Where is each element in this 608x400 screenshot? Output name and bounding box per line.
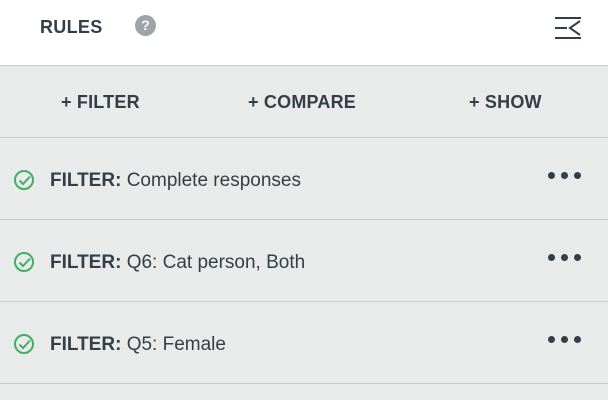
check-circle-icon — [14, 252, 34, 272]
collapse-panel-icon[interactable] — [554, 15, 582, 41]
rule-kind: FILTER: — [50, 334, 122, 355]
rule-description: Q5: Female — [126, 334, 226, 355]
rule-label: FILTER: Q6: Cat person, Both — [50, 252, 305, 274]
more-options-icon[interactable] — [548, 254, 582, 266]
add-filter-button[interactable]: + FILTER — [61, 92, 140, 113]
rule-row[interactable]: FILTER: Q5: Female — [0, 302, 608, 384]
rule-row[interactable]: FILTER: Q6: Cat person, Both — [0, 220, 608, 302]
rule-label: FILTER: Complete responses — [50, 170, 301, 192]
rules-panel: RULES ? + FILTER + COMPARE + SHOW FILTER… — [0, 0, 608, 400]
rules-header: RULES ? — [0, 0, 608, 66]
rule-description: Q6: Cat person, Both — [126, 252, 306, 273]
add-show-button[interactable]: + SHOW — [469, 92, 542, 113]
rule-row[interactable]: FILTER: Complete responses — [0, 138, 608, 220]
more-options-icon[interactable] — [548, 336, 582, 348]
more-options-icon[interactable] — [548, 172, 582, 184]
check-circle-icon — [14, 334, 34, 354]
add-compare-button[interactable]: + COMPARE — [248, 92, 356, 113]
rule-kind: FILTER: — [50, 170, 122, 191]
help-icon[interactable]: ? — [135, 15, 156, 36]
rule-description: Complete responses — [126, 170, 301, 191]
rule-actions-bar: + FILTER + COMPARE + SHOW — [0, 66, 608, 138]
rule-label: FILTER: Q5: Female — [50, 334, 226, 356]
check-circle-icon — [14, 170, 34, 190]
rule-kind: FILTER: — [50, 252, 122, 273]
page-title: RULES — [40, 17, 103, 37]
